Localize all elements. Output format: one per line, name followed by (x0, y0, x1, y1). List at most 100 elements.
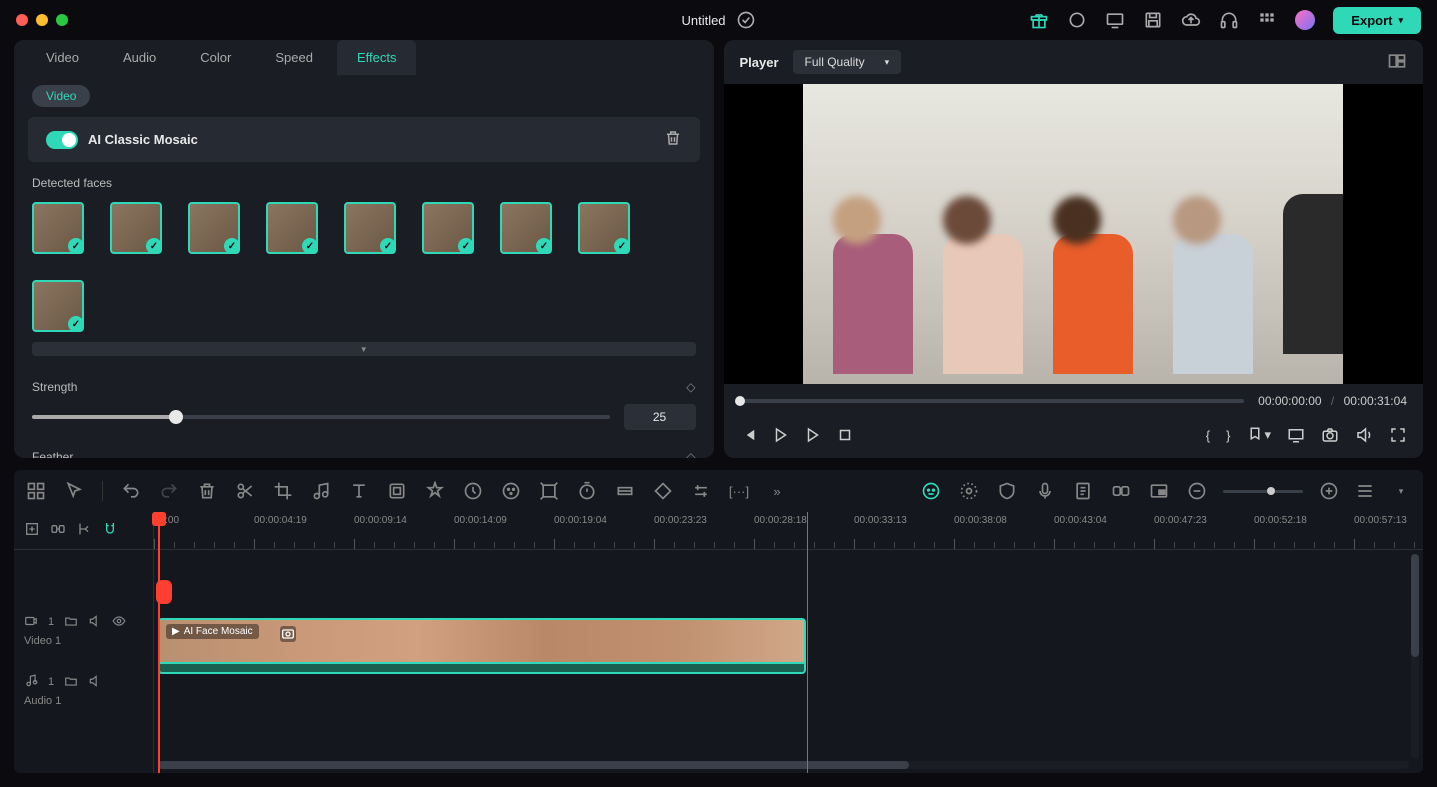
link-icon[interactable] (1111, 481, 1131, 501)
visibility-icon[interactable] (112, 614, 126, 631)
track-view-icon[interactable] (1355, 481, 1375, 501)
face-thumbnail[interactable]: ✓ (422, 202, 474, 254)
playhead[interactable] (158, 512, 160, 773)
mark-out-button[interactable]: } (1226, 428, 1230, 443)
next-frame-button[interactable] (804, 426, 822, 444)
timecode: 00:00:00:00 / 00:00:31:04 (1258, 394, 1407, 408)
face-thumbnail[interactable]: ✓ (500, 202, 552, 254)
keyframe-tool-icon[interactable] (615, 481, 635, 501)
tab-audio[interactable]: Audio (103, 40, 176, 75)
subtab-video[interactable]: Video (32, 85, 90, 107)
play-button[interactable] (772, 426, 790, 444)
adjust-icon[interactable] (691, 481, 711, 501)
track-add-icon[interactable] (24, 521, 40, 540)
music-icon[interactable] (311, 481, 331, 501)
chevron-down-icon[interactable]: ▾ (1391, 481, 1411, 501)
tab-speed[interactable]: Speed (255, 40, 333, 75)
video-preview[interactable] (724, 84, 1424, 384)
tab-effects[interactable]: Effects (337, 40, 417, 75)
effect-toggle[interactable] (46, 131, 78, 149)
gift-icon[interactable] (1029, 10, 1049, 30)
quality-select[interactable]: Full Quality ▾ (793, 50, 902, 74)
pip-icon[interactable] (1149, 481, 1169, 501)
color-icon[interactable] (501, 481, 521, 501)
tag-icon[interactable] (653, 481, 673, 501)
split-button[interactable] (235, 481, 255, 501)
face-thumbnail[interactable]: ✓ (188, 202, 240, 254)
headphones-icon[interactable] (1219, 10, 1239, 30)
face-thumbnail[interactable]: ✓ (32, 202, 84, 254)
magnet-icon[interactable] (102, 521, 118, 540)
zoom-slider[interactable] (1223, 490, 1303, 493)
stop-button[interactable] (836, 426, 854, 444)
keyframe-icon[interactable]: ◇ (686, 450, 695, 458)
undo-button[interactable] (121, 481, 141, 501)
display-icon[interactable] (1287, 426, 1305, 444)
effects-icon[interactable] (425, 481, 445, 501)
ruler-tick: 00:00:28:18 (754, 515, 807, 526)
player-title: Player (740, 55, 779, 70)
prev-frame-button[interactable] (740, 426, 758, 444)
tracks-area[interactable]: ▶ AI Face Mosaic (154, 550, 1423, 773)
more-icon[interactable]: [···] (729, 481, 749, 501)
scrubber[interactable] (740, 399, 1245, 403)
window-close-button[interactable] (16, 14, 28, 26)
window-minimize-button[interactable] (36, 14, 48, 26)
mute-icon[interactable] (88, 614, 102, 631)
delete-effect-button[interactable] (664, 129, 682, 150)
record-icon[interactable] (1067, 10, 1087, 30)
apps-icon[interactable] (1257, 10, 1277, 30)
speed-icon[interactable] (463, 481, 483, 501)
screen-icon[interactable] (1105, 10, 1125, 30)
face-thumbnail[interactable]: ✓ (344, 202, 396, 254)
user-avatar[interactable] (1295, 10, 1315, 30)
layout-icon[interactable] (26, 481, 46, 501)
folder-icon[interactable] (64, 674, 78, 691)
strength-slider[interactable] (32, 415, 610, 419)
export-button[interactable]: Export ▾ (1333, 7, 1421, 34)
track-branch-icon[interactable] (76, 521, 92, 540)
strength-value[interactable]: 25 (624, 404, 696, 430)
snapshot-icon[interactable] (1321, 426, 1339, 444)
zoom-out-button[interactable] (1187, 481, 1207, 501)
notes-icon[interactable] (1073, 481, 1093, 501)
cursor-icon[interactable] (64, 481, 84, 501)
timer-icon[interactable] (577, 481, 597, 501)
face-thumbnail[interactable]: ✓ (110, 202, 162, 254)
window-maximize-button[interactable] (56, 14, 68, 26)
face-thumbnail[interactable]: ✓ (266, 202, 318, 254)
face-thumbnail[interactable]: ✓ (578, 202, 630, 254)
volume-icon[interactable] (1355, 426, 1373, 444)
overflow-icon[interactable]: » (767, 481, 787, 501)
delete-button[interactable] (197, 481, 217, 501)
redo-button[interactable] (159, 481, 179, 501)
shield-icon[interactable] (997, 481, 1017, 501)
ai-icon[interactable] (921, 481, 941, 501)
folder-icon[interactable] (64, 614, 78, 631)
vertical-scrollbar[interactable] (1411, 554, 1419, 759)
mask-icon[interactable] (387, 481, 407, 501)
text-icon[interactable] (349, 481, 369, 501)
mute-icon[interactable] (88, 674, 102, 691)
horizontal-scrollbar[interactable] (158, 761, 1409, 769)
ruler[interactable]: 00:0000:00:04:1900:00:09:1400:00:14:0900… (154, 512, 1423, 549)
transform-icon[interactable] (539, 481, 559, 501)
tab-video[interactable]: Video (26, 40, 99, 75)
fullscreen-icon[interactable] (1389, 426, 1407, 444)
save-icon[interactable] (1143, 10, 1163, 30)
tab-color[interactable]: Color (180, 40, 251, 75)
smart-icon[interactable] (959, 481, 979, 501)
zoom-in-button[interactable] (1319, 481, 1339, 501)
track-link-icon[interactable] (50, 521, 66, 540)
layout-grid-icon[interactable] (1387, 51, 1407, 74)
crop-button[interactable] (273, 481, 293, 501)
mark-in-button[interactable]: { (1206, 428, 1210, 443)
cloud-upload-icon[interactable] (1181, 10, 1201, 30)
face-thumbnail[interactable]: ✓ (32, 280, 84, 332)
mic-icon[interactable] (1035, 481, 1055, 501)
expand-faces-button[interactable]: ▼ (32, 342, 696, 356)
keyframe-icon[interactable]: ◇ (686, 380, 695, 394)
video-clip[interactable]: ▶ AI Face Mosaic (158, 618, 806, 674)
marker-menu-button[interactable]: ▾ (1246, 426, 1271, 444)
audio-track-icon (24, 674, 38, 691)
